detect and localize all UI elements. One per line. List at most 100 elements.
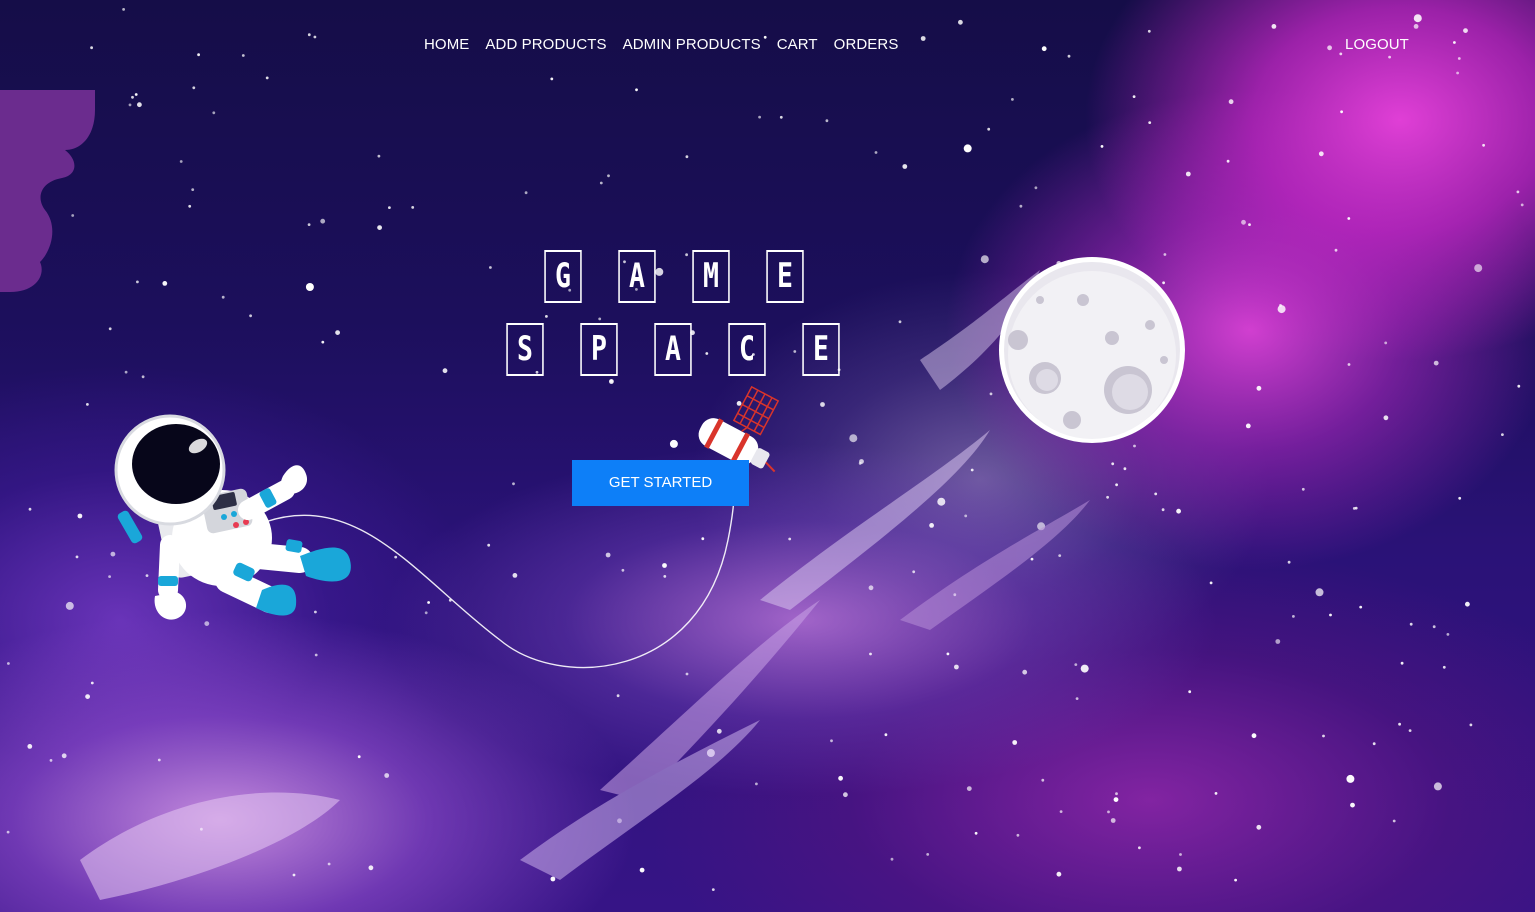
- star: [1318, 151, 1324, 157]
- star: [28, 507, 32, 511]
- star: [1080, 664, 1089, 673]
- star: [27, 744, 33, 749]
- star: [110, 551, 116, 557]
- star: [1251, 733, 1257, 739]
- star: [974, 831, 978, 835]
- star: [1392, 819, 1396, 823]
- star: [711, 888, 715, 891]
- star: [1106, 495, 1109, 499]
- star: [487, 543, 491, 547]
- star: [1347, 217, 1351, 220]
- star: [427, 601, 430, 604]
- title-line-game: G A M E: [539, 250, 809, 303]
- star: [621, 568, 625, 572]
- nav-link-cart[interactable]: CART: [777, 34, 818, 56]
- star: [1147, 29, 1151, 33]
- star: [1383, 415, 1389, 421]
- top-navbar: HOME ADD PRODUCTS ADMIN PRODUCTS CART OR…: [0, 34, 1535, 58]
- star: [970, 468, 974, 472]
- star: [1177, 866, 1182, 872]
- star: [249, 314, 253, 318]
- star: [736, 401, 742, 406]
- star: [598, 317, 602, 321]
- nav-link-admin-products[interactable]: ADMIN PRODUCTS: [623, 34, 761, 56]
- star: [966, 786, 972, 791]
- star: [442, 368, 448, 374]
- title-letter: E: [802, 323, 840, 376]
- star: [1245, 423, 1251, 429]
- star: [1012, 740, 1018, 745]
- star: [635, 88, 638, 92]
- star: [204, 621, 210, 626]
- star: [108, 327, 112, 331]
- star: [1019, 204, 1023, 208]
- star: [937, 497, 946, 506]
- star: [1161, 508, 1165, 512]
- astronaut-illustration: [114, 414, 351, 620]
- star: [321, 340, 325, 344]
- star: [1433, 782, 1442, 791]
- star: [874, 151, 878, 154]
- star: [320, 218, 326, 224]
- nav-link-add-products[interactable]: ADD PRODUCTS: [485, 34, 606, 56]
- star: [685, 155, 689, 159]
- star: [662, 563, 667, 568]
- logout-link[interactable]: LOGOUT: [1345, 34, 1409, 56]
- star: [411, 206, 415, 209]
- get-started-button[interactable]: GET STARTED: [572, 460, 749, 506]
- title-letter: A: [654, 323, 692, 376]
- star: [128, 103, 132, 107]
- star: [191, 188, 195, 192]
- star: [134, 93, 138, 96]
- star: [849, 434, 858, 443]
- nav-link-orders[interactable]: ORDERS: [834, 34, 899, 56]
- star: [1185, 171, 1191, 177]
- star: [1346, 774, 1355, 783]
- star: [162, 281, 168, 286]
- star: [1256, 385, 1262, 391]
- star: [1329, 613, 1332, 617]
- star: [1465, 601, 1470, 607]
- star: [1209, 581, 1213, 585]
- star: [838, 775, 843, 781]
- star: [1517, 384, 1521, 388]
- star: [188, 204, 192, 208]
- star: [1154, 492, 1158, 496]
- space-background: [0, 7, 1524, 900]
- nav-link-home[interactable]: HOME: [424, 34, 469, 56]
- star: [424, 611, 428, 615]
- star: [1100, 145, 1104, 148]
- star: [616, 694, 620, 698]
- star: [1059, 810, 1063, 813]
- star: [859, 459, 864, 464]
- star: [1074, 663, 1078, 666]
- star: [124, 370, 128, 374]
- star: [314, 653, 318, 657]
- star: [137, 102, 142, 108]
- star: [1011, 98, 1014, 101]
- title-letter: P: [580, 323, 618, 376]
- star: [987, 127, 991, 131]
- star: [377, 154, 381, 158]
- star: [75, 555, 79, 559]
- star: [1400, 661, 1404, 665]
- star: [86, 403, 89, 406]
- star: [685, 672, 689, 676]
- star: [964, 514, 968, 518]
- star: [830, 739, 833, 743]
- star: [1075, 697, 1079, 700]
- star: [357, 755, 361, 759]
- star: [1132, 95, 1136, 98]
- title-letter: A: [618, 250, 656, 303]
- star: [1292, 615, 1295, 618]
- star: [926, 853, 930, 856]
- star: [607, 174, 610, 178]
- star: [1214, 792, 1218, 795]
- star: [1347, 363, 1351, 366]
- star: [1113, 797, 1119, 802]
- title-letter: S: [506, 323, 544, 376]
- star: [1277, 305, 1286, 314]
- star: [145, 574, 149, 577]
- star: [179, 160, 183, 163]
- star: [1056, 871, 1062, 877]
